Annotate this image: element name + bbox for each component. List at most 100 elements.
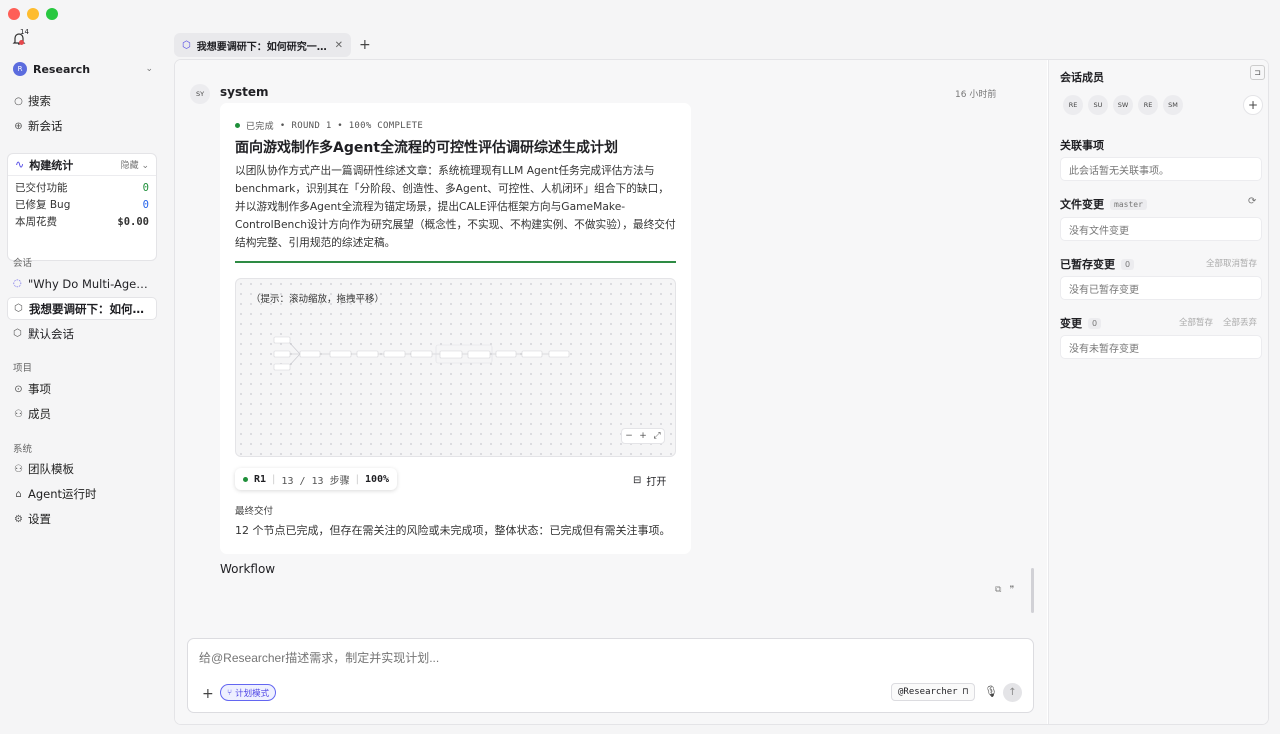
sidebar: 14 R Research ⌄ ○ 搜索 ⊕ 新会话 ∿ 构建统计 隐藏 ⌄ 已… <box>0 24 166 734</box>
attach-button[interactable]: + <box>202 686 214 702</box>
build-stats-title: 构建统计 <box>29 158 74 172</box>
sidebar-item-issues[interactable]: ⊙ 事项 <box>13 380 155 398</box>
branch-badge: master <box>1110 198 1147 210</box>
minimize-window-button[interactable] <box>27 8 39 20</box>
session-item[interactable]: ⬡ 默认会话 <box>7 322 157 345</box>
plan-card: 已完成 • ROUND 1 • 100% COMPLETE 面向游戏制作多Age… <box>220 103 691 554</box>
notification-count: 14 <box>20 28 29 36</box>
collapse-panel-icon[interactable]: ⊐ <box>1250 65 1265 80</box>
zoom-in-icon[interactable]: + <box>636 429 650 443</box>
sidebar-item-agent-runtime[interactable]: ⌂ Agent运行时 <box>13 485 155 503</box>
chat-area: SY system 16 小时前 已完成 • ROUND 1 • 100% CO… <box>175 60 1047 724</box>
new-chat-label: 新会话 <box>28 119 63 133</box>
main-panel: SY system 16 小时前 已完成 • ROUND 1 • 100% CO… <box>174 59 1269 725</box>
activity-icon: ∿ <box>15 158 25 171</box>
workflow-canvas[interactable]: （提示：滚动缩放，拖拽平移） − + ⤢ <box>235 278 676 457</box>
workflow-label: Workflow <box>220 562 276 576</box>
session-item[interactable]: ◌ "Why Do Multi-Agent ... <box>7 272 157 295</box>
workspace-name: Research <box>33 62 91 76</box>
add-member-button[interactable]: + <box>1243 95 1263 115</box>
cube-icon: ⬡ <box>14 303 23 314</box>
open-button[interactable]: ⊟ 打开 <box>633 473 666 488</box>
related-empty: 此会话暂无关联事项。 <box>1060 157 1262 181</box>
search-nav[interactable]: ○ 搜索 <box>13 92 155 110</box>
status-dot <box>235 123 240 128</box>
composer: + ⑂计划模式 @Researcher⊓ 🎙︎ ↑ <box>187 638 1034 713</box>
send-button[interactable]: ↑ <box>1003 683 1022 702</box>
search-icon: ○ <box>14 95 23 107</box>
bot-icon: ⌂ <box>15 488 22 500</box>
plan-mode-toggle[interactable]: ⑂ 计划模式 <box>220 684 277 701</box>
members-title: 会话成员 <box>1060 71 1104 84</box>
sidebar-item-settings[interactable]: ⚙ 设置 <box>13 510 155 528</box>
plan-description: 以团队协作方式产出一篇调研性综述文章：系统梳理现有LLM Agent任务完成评估… <box>235 164 676 249</box>
message-author: system <box>220 85 269 99</box>
hide-stats-button[interactable]: 隐藏 ⌄ <box>121 158 149 171</box>
progress-line <box>235 261 676 263</box>
sidebar-item-team-templates[interactable]: ⚇ 团队模板 <box>13 460 155 478</box>
cube-icon: ⬡ <box>182 39 191 51</box>
unstage-all-button[interactable]: 全部取消暂存 <box>1206 257 1257 269</box>
stat-row: 已修复 Bug 0 <box>15 198 149 212</box>
session-item-active[interactable]: ⬡ 我想要调研下：如何研... <box>7 297 157 320</box>
stat-row: 本周花费 $0.00 <box>15 215 149 229</box>
discard-all-button[interactable]: 全部丢弃 <box>1223 316 1257 328</box>
maximize-window-button[interactable] <box>46 8 58 20</box>
close-window-button[interactable] <box>8 8 20 20</box>
message-actions: ⧉ ❞ <box>995 585 1014 595</box>
window-controls <box>8 8 58 20</box>
zoom-out-icon[interactable]: − <box>622 429 636 443</box>
member-avatar[interactable]: SM <box>1163 95 1183 115</box>
new-tab-button[interactable]: + <box>359 37 371 53</box>
lock-icon: ⊓ <box>962 687 969 697</box>
close-tab-icon[interactable]: ✕ <box>335 40 343 51</box>
staged-title: 已暂存变更 0 <box>1060 256 1135 272</box>
member-avatar[interactable]: RE <box>1063 95 1083 115</box>
files-empty: 没有文件变更 <box>1060 217 1262 241</box>
tab-bar: ⬡ 我想要调研下：如何研究一种评... ✕ + <box>174 33 371 57</box>
related-title: 关联事项 <box>1060 139 1104 152</box>
system-header: 系统 <box>13 444 33 455</box>
staged-empty: 没有已暂存变更 <box>1060 276 1262 300</box>
sidebar-item-members[interactable]: ⚇ 成员 <box>13 405 155 423</box>
copy-icon[interactable]: ⧉ <box>995 585 1001 595</box>
branch-icon: ⑂ <box>227 687 233 698</box>
build-stats-card: ∿ 构建统计 隐藏 ⌄ 已交付功能 0 已修复 Bug 0 本周花费 $0.00 <box>7 153 157 261</box>
message-time: 16 小时前 <box>955 90 997 100</box>
projects-header: 项目 <box>13 363 33 374</box>
member-avatar[interactable]: SW <box>1113 95 1133 115</box>
quote-icon[interactable]: ❞ <box>1009 585 1014 595</box>
avatar: SY <box>190 84 210 104</box>
stage-all-button[interactable]: 全部暂存 <box>1179 316 1213 328</box>
agent-selector[interactable]: @Researcher ⊓ <box>891 683 976 701</box>
workspace-avatar: R <box>13 62 27 76</box>
plan-status: 已完成 • ROUND 1 • 100% COMPLETE <box>235 119 423 132</box>
round-progress: R1 | 13 / 13 步骤 | 100% <box>235 468 398 490</box>
book-icon: ⊟ <box>633 475 642 486</box>
changes-empty: 没有未暂存变更 <box>1060 335 1262 359</box>
tab-session[interactable]: ⬡ 我想要调研下：如何研究一种评... ✕ <box>174 33 351 57</box>
loading-icon: ◌ <box>13 278 22 289</box>
users-icon: ⚇ <box>14 463 23 475</box>
fit-view-icon[interactable]: ⤢ <box>650 429 664 443</box>
scrollbar[interactable] <box>1031 568 1034 613</box>
changes-title: 变更 0 <box>1060 315 1102 331</box>
sessions-header: 会话 <box>13 258 33 269</box>
new-chat-nav[interactable]: ⊕ 新会话 <box>13 117 155 135</box>
mic-icon[interactable]: 🎙︎ <box>984 685 998 698</box>
users-icon: ⚇ <box>14 408 23 420</box>
final-deliverable-label: 最终交付 <box>235 506 274 517</box>
stat-row: 已交付功能 0 <box>15 181 149 195</box>
workspace-switcher[interactable]: R Research ⌄ <box>13 62 153 76</box>
plan-title: 面向游戏制作多Agent全流程的可控性评估调研综述生成计划 <box>235 140 619 156</box>
build-stats-header: ∿ 构建统计 隐藏 ⌄ <box>8 154 156 176</box>
chevron-down-icon: ⌄ <box>145 64 153 74</box>
message-input[interactable] <box>199 651 1019 665</box>
member-avatar[interactable]: RE <box>1138 95 1158 115</box>
refresh-icon[interactable]: ⟳ <box>1248 196 1256 207</box>
files-title: 文件变更 master <box>1060 196 1147 212</box>
final-deliverable-text: 12 个节点已完成，但存在需关注的风险或未完成项，整体状态：已完成但有需关注事项… <box>235 524 671 537</box>
workflow-graph <box>273 336 570 371</box>
member-avatar[interactable]: SU <box>1088 95 1108 115</box>
right-panel: 会话成员 ⊐ RE SU SW RE SM + 关联事项 此会话暂无关联事项。 … <box>1048 60 1268 724</box>
